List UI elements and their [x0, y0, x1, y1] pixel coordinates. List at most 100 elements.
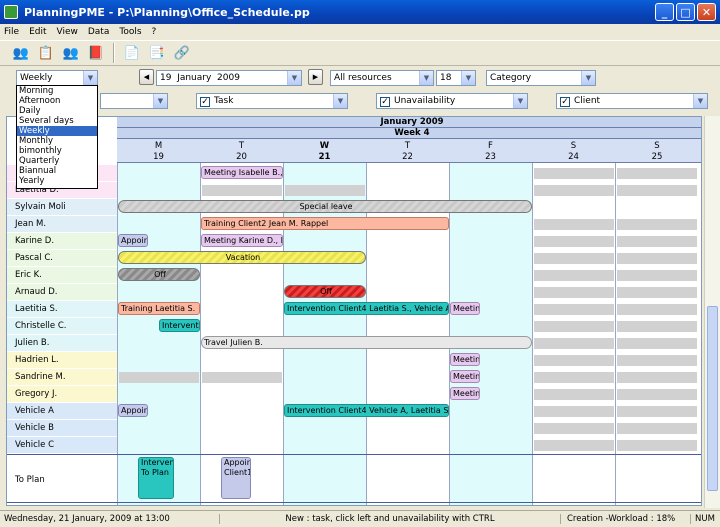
resource-row[interactable]: Vehicle C — [7, 437, 117, 454]
menu-help[interactable]: ? — [152, 27, 157, 37]
view-option-afternoon[interactable]: Afternoon — [17, 96, 97, 106]
resource-row[interactable]: Christelle C. — [7, 318, 117, 335]
next-button[interactable]: ▶ — [308, 69, 323, 85]
resource-row[interactable]: Hadrien L. — [7, 352, 117, 369]
resource-row[interactable]: Karine D. — [7, 233, 117, 250]
view-option-morning[interactable]: Morning — [17, 86, 97, 96]
view-option-daily[interactable]: Daily — [17, 106, 97, 116]
task-filter[interactable]: ✓ Task ▼ — [196, 93, 348, 109]
unavailable-block[interactable] — [534, 185, 614, 196]
activity-training[interactable]: Training Client2 Jean M. Rappel — [201, 217, 449, 230]
activity-intervention[interactable]: Intervention Client4 Vehicle A, Laetitia… — [284, 404, 449, 417]
resource-row-to-plan[interactable]: To Plan — [7, 455, 117, 505]
scrollbar-thumb[interactable] — [707, 306, 718, 491]
activity-training[interactable]: Training Laetitia S. — [118, 302, 200, 315]
resources-icon[interactable]: 👥 — [10, 42, 32, 64]
unavailable-block[interactable] — [617, 321, 697, 332]
day-header-fri[interactable]: F 23 — [449, 141, 532, 163]
view-option-bimonthly[interactable]: bimonthly — [17, 146, 97, 156]
category-filter-select[interactable]: ▼ — [100, 93, 168, 109]
view-option-biannual[interactable]: Biannual — [17, 166, 97, 176]
unavailable-block[interactable] — [534, 321, 614, 332]
unavailable-block[interactable] — [617, 355, 697, 366]
close-button[interactable]: ✕ — [697, 3, 716, 21]
activity-to-plan-intervention[interactable]: Intervent To Plan — [138, 457, 174, 499]
unavailable-block[interactable] — [534, 338, 614, 349]
unavailability-checkbox[interactable]: ✓ — [380, 97, 390, 107]
unavailable-block[interactable] — [617, 389, 697, 400]
unavailable-block[interactable] — [617, 338, 697, 349]
book-icon[interactable]: 📕 — [85, 42, 107, 64]
unavailable-block[interactable] — [534, 168, 614, 179]
unavailable-block[interactable] — [617, 440, 697, 451]
unavailable-block[interactable] — [534, 270, 614, 281]
activity-meeting[interactable]: Meeting Isabelle B., Ka — [201, 166, 283, 179]
menu-view[interactable]: View — [57, 27, 78, 37]
unavailable-block[interactable] — [617, 372, 697, 383]
day-header-wed[interactable]: W 21 — [283, 141, 366, 163]
activity-meeting[interactable]: Meeting Karine D., Isal — [201, 234, 283, 247]
resource-row[interactable]: Vehicle B — [7, 420, 117, 437]
day-header-sun[interactable]: S 25 — [615, 141, 699, 163]
resource-row[interactable]: Vehicle A — [7, 403, 117, 420]
zoom-select[interactable]: 18 ▼ — [436, 70, 476, 86]
date-picker[interactable]: 19 January 2009 ▼ — [156, 70, 302, 86]
unavailable-block[interactable] — [617, 423, 697, 434]
day-header-thu[interactable]: T 22 — [366, 141, 449, 163]
activity-meeting[interactable]: Meeting — [450, 302, 480, 315]
unavailable-block[interactable] — [617, 304, 697, 315]
unavailable-block[interactable] — [617, 287, 697, 298]
resource-row[interactable]: Sandrine M. — [7, 369, 117, 386]
resource-row[interactable]: Gregory J. — [7, 386, 117, 403]
activity-travel[interactable]: Travel Julien B. — [201, 336, 532, 349]
unavailable-block[interactable] — [534, 389, 614, 400]
minimize-button[interactable]: _ — [655, 3, 674, 21]
view-option-weekly[interactable]: Weekly — [17, 126, 97, 136]
client-filter[interactable]: ✓ Client ▼ — [556, 93, 708, 109]
menu-edit[interactable]: Edit — [29, 27, 46, 37]
vertical-scrollbar[interactable] — [704, 116, 720, 508]
category-select[interactable]: Category ▼ — [486, 70, 596, 86]
activity-appointment[interactable]: Appoint — [118, 234, 148, 247]
unavailable-block[interactable] — [617, 219, 697, 230]
unavailable-block[interactable] — [534, 372, 614, 383]
activity-meeting[interactable]: Meeting — [450, 387, 480, 400]
unavailable-block[interactable] — [617, 406, 697, 417]
new-task-icon[interactable]: 📄 — [121, 42, 143, 64]
unavailable-block[interactable] — [617, 253, 697, 264]
clients-icon[interactable]: 👥 — [60, 42, 82, 64]
unavailable-block[interactable] — [285, 185, 365, 196]
menu-file[interactable]: File — [4, 27, 19, 37]
resource-row[interactable]: Arnaud D. — [7, 284, 117, 301]
client-checkbox[interactable]: ✓ — [560, 97, 570, 107]
resource-edit-icon[interactable]: 📋 — [35, 42, 57, 64]
resources-select[interactable]: All resources ▼ — [330, 70, 434, 86]
activity-to-plan-appointment[interactable]: Appoint Client1 — [221, 457, 251, 499]
unavailable-block[interactable] — [202, 372, 282, 383]
menu-data[interactable]: Data — [88, 27, 110, 37]
activity-meeting[interactable]: Meeting — [450, 370, 480, 383]
unavailable-block[interactable] — [534, 236, 614, 247]
day-header-sat[interactable]: S 24 — [532, 141, 615, 163]
activity-appointment[interactable]: Appoint — [118, 404, 148, 417]
previous-button[interactable]: ◀ — [139, 69, 154, 85]
unavailable-block[interactable] — [119, 372, 199, 383]
view-option-yearly[interactable]: Yearly — [17, 176, 97, 186]
unavailable-block[interactable] — [534, 219, 614, 230]
activity-intervention[interactable]: Intervention Client4 Laetitia S., Vehicl… — [284, 302, 449, 315]
resource-row[interactable]: Pascal C. — [7, 250, 117, 267]
unavailable-block[interactable] — [202, 185, 282, 196]
resource-row[interactable]: Jean M. — [7, 216, 117, 233]
task-list-icon[interactable]: 📑 — [146, 42, 168, 64]
unavailable-block[interactable] — [534, 304, 614, 315]
activity-meeting[interactable]: Meeting — [450, 353, 480, 366]
view-mode-select[interactable]: Weekly ▼ — [16, 70, 98, 86]
activity-off[interactable]: Off — [284, 285, 366, 298]
activity-special-leave[interactable]: Special leave — [118, 200, 532, 213]
resource-row[interactable]: Laetitia S. — [7, 301, 117, 318]
unavailability-filter[interactable]: ✓ Unavailability ▼ — [376, 93, 528, 109]
day-header-mon[interactable]: M 19 — [117, 141, 200, 163]
day-header-tue[interactable]: T 20 — [200, 141, 283, 163]
resource-row[interactable]: Julien B. — [7, 335, 117, 352]
unavailable-block[interactable] — [617, 168, 697, 179]
